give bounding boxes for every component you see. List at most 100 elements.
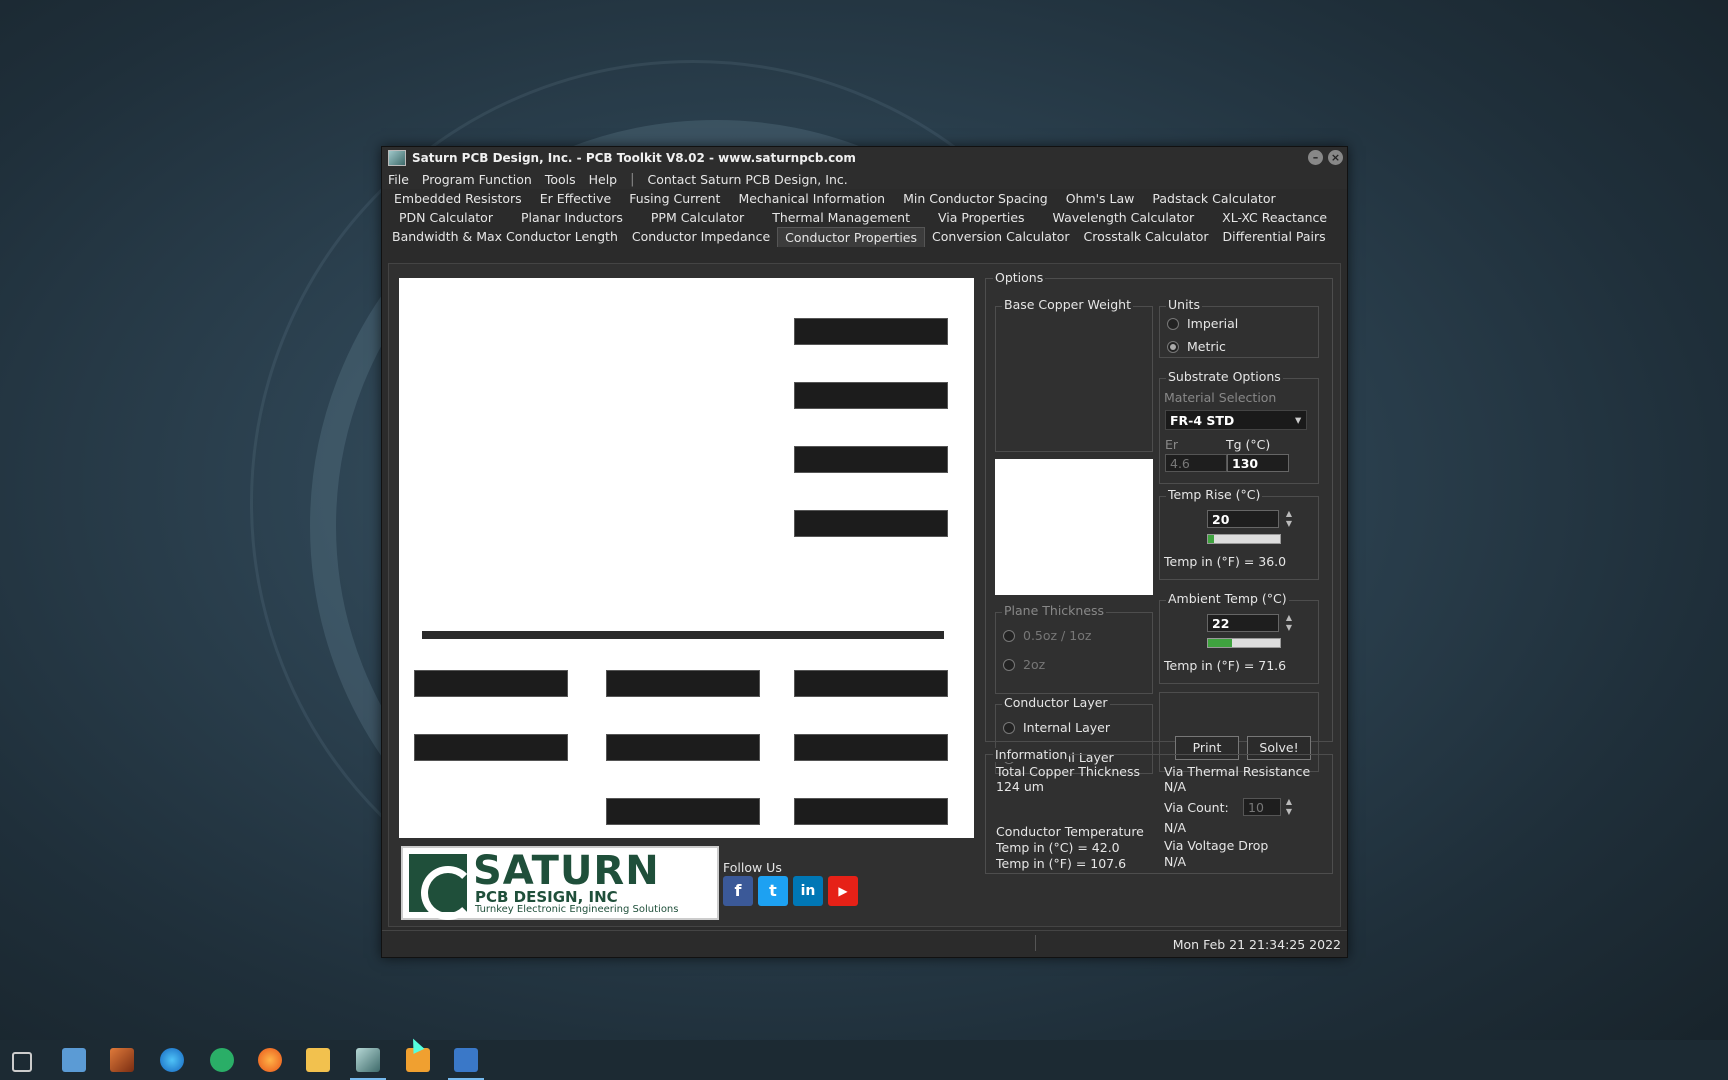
base-copper-group bbox=[995, 306, 1153, 452]
tab-thermal-management[interactable]: Thermal Management bbox=[758, 208, 924, 227]
tab-conductor-properties[interactable]: Conductor Properties bbox=[777, 226, 926, 247]
copper-weight-block[interactable] bbox=[606, 670, 760, 697]
ambient-temp-slider[interactable] bbox=[1207, 638, 1281, 648]
conductor-layer-label: Conductor Layer bbox=[1002, 695, 1110, 710]
plane-thickness-group bbox=[995, 612, 1153, 694]
pcb-toolkit-window: Saturn PCB Design, Inc. - PCB Toolkit V8… bbox=[381, 146, 1348, 958]
copper-weight-block[interactable] bbox=[414, 670, 568, 697]
ambient-temp-fahrenheit: Temp in (°F) = 71.6 bbox=[1164, 658, 1287, 673]
temp-rise-stepper[interactable]: ▲ ▼ bbox=[1283, 509, 1295, 529]
via-thermal-label: Via Thermal Resistance bbox=[1164, 764, 1311, 779]
menu-file[interactable]: File bbox=[388, 172, 409, 187]
total-copper-value: 124 um bbox=[996, 779, 1044, 794]
tab-conversion-calculator[interactable]: Conversion Calculator bbox=[925, 227, 1077, 246]
imperial-radio[interactable]: Imperial bbox=[1167, 316, 1238, 331]
tab-planar-inductors[interactable]: Planar Inductors bbox=[507, 208, 637, 227]
task-view-icon[interactable] bbox=[12, 1052, 32, 1072]
menu-program-function[interactable]: Program Function bbox=[422, 172, 532, 187]
close-button[interactable]: × bbox=[1328, 150, 1343, 165]
ambient-temp-label: Ambient Temp (°C) bbox=[1166, 591, 1289, 606]
chevron-down-icon[interactable]: ▾ bbox=[1295, 412, 1301, 427]
logo-tagline: Turnkey Electronic Engineering Solutions bbox=[475, 904, 679, 915]
minimize-button[interactable]: – bbox=[1308, 150, 1323, 165]
tab-mechanical-information[interactable]: Mechanical Information bbox=[729, 189, 894, 208]
material-selection-label: Material Selection bbox=[1164, 390, 1277, 405]
tab-embedded-resistors[interactable]: Embedded Resistors bbox=[385, 189, 531, 208]
tab-padstack-calculator[interactable]: Padstack Calculator bbox=[1143, 189, 1284, 208]
copper-weight-block[interactable] bbox=[794, 734, 948, 761]
tab-bandwidth-max-conductor-length[interactable]: Bandwidth & Max Conductor Length bbox=[385, 227, 625, 246]
er-field[interactable]: 4.6 bbox=[1165, 454, 1227, 472]
via-count-result: N/A bbox=[1164, 820, 1187, 835]
menu-contact[interactable]: Contact Saturn PCB Design, Inc. bbox=[648, 172, 848, 187]
plane-thickness-radio-2[interactable]: 2oz bbox=[1003, 657, 1045, 672]
tab-ppm-calculator[interactable]: PPM Calculator bbox=[637, 208, 758, 227]
firefox-icon[interactable] bbox=[258, 1048, 282, 1072]
copper-weight-block[interactable] bbox=[794, 382, 948, 409]
tab-row-1: Embedded Resistors Er Effective Fusing C… bbox=[382, 189, 1347, 208]
temp-rise-input[interactable]: 20 bbox=[1207, 510, 1279, 528]
copper-weight-block[interactable] bbox=[794, 670, 948, 697]
tab-xl-xc-reactance[interactable]: XL-XC Reactance bbox=[1208, 208, 1341, 227]
copper-weight-block[interactable] bbox=[794, 798, 948, 825]
tab-via-properties[interactable]: Via Properties bbox=[924, 208, 1039, 227]
photos-icon[interactable] bbox=[448, 1048, 484, 1080]
notepad-icon[interactable] bbox=[62, 1048, 86, 1072]
conductor-temp-f: Temp in (°F) = 107.6 bbox=[996, 856, 1127, 871]
window-title: Saturn PCB Design, Inc. - PCB Toolkit V8… bbox=[412, 151, 856, 165]
tab-fusing-current[interactable]: Fusing Current bbox=[620, 189, 729, 208]
plane-thickness-radio-1[interactable]: 0.5oz / 1oz bbox=[1003, 628, 1091, 643]
youtube-icon[interactable]: ▶ bbox=[828, 876, 858, 906]
edge-beta-icon[interactable] bbox=[160, 1048, 184, 1072]
copper-weight-block[interactable] bbox=[794, 318, 948, 345]
status-divider bbox=[1035, 935, 1036, 951]
copper-weight-block[interactable] bbox=[414, 734, 568, 761]
title-bar[interactable]: Saturn PCB Design, Inc. - PCB Toolkit V8… bbox=[382, 147, 1347, 169]
logo-subtitle: PCB DESIGN, INC bbox=[475, 888, 618, 906]
ambient-temp-input[interactable]: 22 bbox=[1207, 614, 1279, 632]
facebook-icon[interactable]: f bbox=[723, 876, 753, 906]
copper-weight-block[interactable] bbox=[794, 510, 948, 537]
pcb-toolkit-taskbar-icon[interactable] bbox=[350, 1048, 386, 1080]
logo-title: SATURN bbox=[473, 848, 660, 894]
via-count-stepper[interactable]: ▲ ▼ bbox=[1283, 797, 1295, 817]
via-drop-label: Via Voltage Drop bbox=[1164, 838, 1269, 853]
base-copper-label: Base Copper Weight bbox=[1002, 297, 1134, 312]
follow-us-label: Follow Us bbox=[723, 860, 782, 875]
app-icon-stripes[interactable] bbox=[110, 1048, 134, 1072]
menu-help[interactable]: Help bbox=[589, 172, 618, 187]
taskbar bbox=[0, 1040, 1728, 1080]
tab-min-conductor-spacing[interactable]: Min Conductor Spacing bbox=[894, 189, 1057, 208]
information-label: Information bbox=[993, 747, 1070, 762]
via-count-input[interactable]: 10 bbox=[1243, 798, 1281, 816]
via-thermal-value: N/A bbox=[1164, 779, 1187, 794]
wechat-icon[interactable] bbox=[210, 1048, 234, 1072]
tab-wavelength-calculator[interactable]: Wavelength Calculator bbox=[1039, 208, 1209, 227]
menu-tools[interactable]: Tools bbox=[545, 172, 576, 187]
material-select[interactable]: FR-4 STD bbox=[1165, 410, 1307, 430]
tab-er-effective[interactable]: Er Effective bbox=[531, 189, 621, 208]
temp-rise-slider[interactable] bbox=[1207, 534, 1281, 544]
copper-weight-block[interactable] bbox=[606, 734, 760, 761]
copper-weight-diagram bbox=[399, 278, 974, 838]
options-label: Options bbox=[993, 270, 1046, 285]
tab-ohms-law[interactable]: Ohm's Law bbox=[1057, 189, 1144, 208]
linkedin-icon[interactable]: in bbox=[793, 876, 823, 906]
copper-weight-block[interactable] bbox=[606, 798, 760, 825]
tab-conductor-impedance[interactable]: Conductor Impedance bbox=[625, 227, 777, 246]
tab-pdn-calculator[interactable]: PDN Calculator bbox=[385, 208, 507, 227]
plane-thickness-label: Plane Thickness bbox=[1002, 603, 1107, 618]
tab-crosstalk-calculator[interactable]: Crosstalk Calculator bbox=[1077, 227, 1216, 246]
tab-differential-pairs[interactable]: Differential Pairs bbox=[1216, 227, 1333, 246]
temp-rise-label: Temp Rise (°C) bbox=[1166, 487, 1263, 502]
file-explorer-icon[interactable] bbox=[306, 1048, 330, 1072]
tg-field[interactable]: 130 bbox=[1227, 454, 1289, 472]
ambient-temp-stepper[interactable]: ▲ ▼ bbox=[1283, 613, 1295, 633]
twitter-icon[interactable]: t bbox=[758, 876, 788, 906]
metric-radio[interactable]: Metric bbox=[1167, 339, 1226, 354]
internal-layer-radio[interactable]: Internal Layer bbox=[1003, 720, 1110, 735]
copper-weight-block[interactable] bbox=[794, 446, 948, 473]
temp-rise-fahrenheit: Temp in (°F) = 36.0 bbox=[1164, 554, 1287, 569]
total-copper-label: Total Copper Thickness bbox=[996, 764, 1140, 779]
saturn-logo[interactable]: SATURN PCB DESIGN, INC Turnkey Electroni… bbox=[401, 846, 719, 920]
